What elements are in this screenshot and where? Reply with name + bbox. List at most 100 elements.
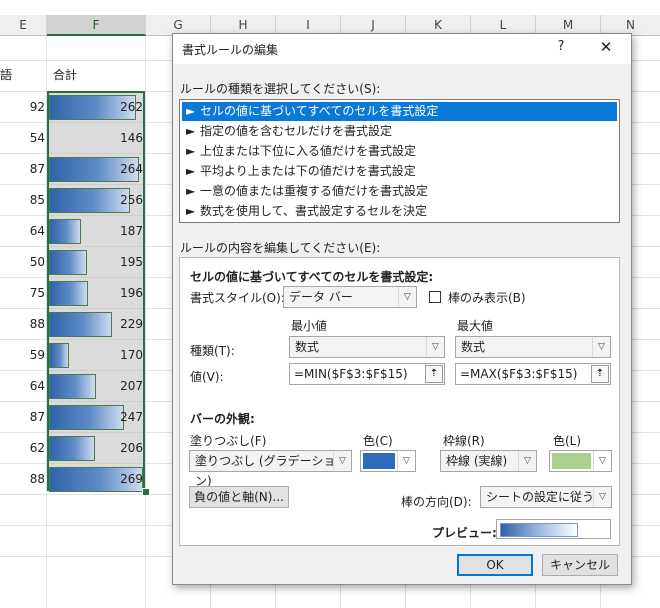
f-cell-value: 207: [120, 379, 143, 393]
e-cell[interactable]: 62: [0, 441, 45, 455]
fill-color-picker[interactable]: ▽: [360, 450, 416, 472]
min-type-value: 数式: [295, 340, 320, 354]
border-color-picker[interactable]: ▽: [549, 450, 612, 472]
rule-type-list[interactable]: ► セルの値に基づいてすべてのセルを書式設定 ► 指定の値を含むセルだけを書式設定 …: [179, 99, 620, 223]
rule-type-label: 指定の値を含むセルだけを書式設定: [200, 124, 393, 138]
rule-type-item[interactable]: ► 一意の値または重複する値だけを書式設定: [182, 182, 617, 201]
f-cell-value: 187: [120, 224, 143, 238]
ok-button[interactable]: OK: [457, 554, 533, 576]
f-cell[interactable]: 206: [49, 433, 146, 464]
min-value-text: =MIN($F$3:$F$15): [294, 367, 408, 381]
range-select-icon[interactable]: ⇡: [425, 365, 443, 383]
section-title: セルの値に基づいてすべてのセルを書式設定:: [190, 270, 434, 284]
value-label: 値(V):: [190, 370, 224, 384]
edit-rule-label: ルールの内容を編集してください(E):: [180, 241, 381, 255]
dialog-titlebar[interactable]: 書式ルールの編集 ? ✕: [173, 34, 631, 64]
negative-values-axis-button[interactable]: 負の値と軸(N)...: [189, 486, 289, 508]
f-cell-value: 146: [120, 131, 143, 145]
e-cell[interactable]: 59: [0, 348, 45, 362]
e-cell[interactable]: 75: [0, 286, 45, 300]
bar-direction-dropdown[interactable]: シートの設定に従う ▽: [480, 486, 612, 508]
data-bar: [49, 343, 69, 368]
chevron-down-icon: ▽: [592, 337, 610, 357]
rule-type-item[interactable]: ► 数式を使用して、書式設定するセルを決定: [182, 202, 617, 221]
rule-arrow-icon: ►: [186, 104, 196, 118]
border-value: 枠線 (実線): [446, 454, 508, 468]
format-style-dropdown[interactable]: データ バー ▽: [283, 286, 417, 308]
rule-arrow-icon: ►: [186, 184, 196, 198]
e-cell[interactable]: 64: [0, 224, 45, 238]
edit-format-rule-dialog: 書式ルールの編集 ? ✕ ルールの種類を選択してください(S): ► セルの値に基…: [172, 33, 632, 585]
e-cell[interactable]: 85: [0, 193, 45, 207]
close-button[interactable]: ✕: [594, 38, 618, 60]
f-cell[interactable]: 264: [49, 154, 146, 185]
preview-label: プレビュー:: [432, 526, 497, 540]
chevron-down-icon: ▽: [333, 451, 351, 471]
rule-arrow-icon: ►: [186, 144, 196, 158]
border-label: 枠線(R): [443, 434, 485, 448]
e-cell[interactable]: 92: [0, 100, 45, 114]
f-cell[interactable]: 187: [49, 216, 146, 247]
f-cell[interactable]: 247: [49, 402, 146, 433]
e-cell[interactable]: 87: [0, 410, 45, 424]
border-dropdown[interactable]: 枠線 (実線) ▽: [440, 450, 537, 472]
fill-handle[interactable]: [142, 488, 150, 496]
f-cell[interactable]: 170: [49, 340, 146, 371]
data-bar: [49, 405, 124, 430]
max-type-dropdown[interactable]: 数式 ▽: [455, 336, 611, 358]
fill-color-swatch: [363, 453, 395, 469]
show-bar-only-checkbox[interactable]: [429, 291, 441, 303]
f-header-cell[interactable]: 合計: [53, 66, 77, 83]
format-style-label: 書式スタイル(O):: [190, 291, 285, 305]
cancel-button[interactable]: キャンセル: [542, 554, 618, 576]
select-rule-type-label: ルールの種類を選択してください(S):: [180, 82, 381, 96]
e-cell[interactable]: 88: [0, 472, 45, 486]
f-cell[interactable]: 146: [49, 123, 146, 154]
rule-arrow-icon: ►: [186, 164, 196, 178]
fill-dropdown[interactable]: 塗りつぶし (グラデーション) ▽: [189, 450, 352, 488]
preview-bar: [500, 523, 578, 537]
data-bar: [49, 312, 112, 337]
f-cell-value: 196: [120, 286, 143, 300]
f-cell-value: 195: [120, 255, 143, 269]
f-cell[interactable]: 195: [49, 247, 146, 278]
format-style-value: データ バー: [289, 290, 353, 304]
f-cell[interactable]: 256: [49, 185, 146, 216]
max-value-text: =MAX($F$3:$F$15): [460, 367, 578, 381]
rule-type-item[interactable]: ► 指定の値を含むセルだけを書式設定: [182, 122, 617, 141]
e-cell[interactable]: 54: [0, 131, 45, 145]
rule-type-item[interactable]: ► 上位または下位に入る値だけを書式設定: [182, 142, 617, 161]
column-header-f[interactable]: F: [47, 15, 146, 36]
column-header-e[interactable]: E: [0, 15, 47, 36]
rule-type-item[interactable]: ► セルの値に基づいてすべてのセルを書式設定: [182, 102, 617, 121]
range-select-icon[interactable]: ⇡: [591, 365, 609, 383]
e-cell[interactable]: 50: [0, 255, 45, 269]
data-bar: [49, 188, 130, 213]
e-header-cell[interactable]: 語: [0, 66, 12, 83]
rule-type-item[interactable]: ► 平均より上または下の値だけを書式設定: [182, 162, 617, 181]
f-cell[interactable]: 229: [49, 309, 146, 340]
chevron-down-icon: ▽: [593, 451, 611, 471]
f-cell[interactable]: 269: [49, 464, 146, 495]
min-type-dropdown[interactable]: 数式 ▽: [289, 336, 445, 358]
rule-arrow-icon: ►: [186, 204, 196, 218]
e-cell[interactable]: 87: [0, 162, 45, 176]
e-cell[interactable]: 64: [0, 379, 45, 393]
max-type-value: 数式: [461, 340, 486, 354]
rule-type-label: 一意の値または重複する値だけを書式設定: [200, 184, 429, 198]
f-cell[interactable]: 262: [49, 92, 146, 123]
f-cell[interactable]: 207: [49, 371, 146, 402]
data-bar: [49, 374, 96, 399]
fill-label: 塗りつぶし(F): [190, 434, 267, 448]
chevron-down-icon: ▽: [398, 287, 416, 307]
min-value-input[interactable]: =MIN($F$3:$F$15) ⇡: [289, 363, 445, 385]
max-value-input[interactable]: =MAX($F$3:$F$15) ⇡: [455, 363, 611, 385]
rule-type-label: 平均より上または下の値だけを書式設定: [200, 164, 416, 178]
e-cell[interactable]: 88: [0, 317, 45, 331]
max-header: 最大値: [457, 319, 494, 333]
help-button[interactable]: ?: [550, 39, 572, 59]
f-cell[interactable]: 196: [49, 278, 146, 309]
f-cell-value: 269: [120, 472, 143, 486]
f-cell-value: 264: [120, 162, 143, 176]
show-bar-only-label[interactable]: 棒のみ表示(B): [448, 289, 526, 306]
